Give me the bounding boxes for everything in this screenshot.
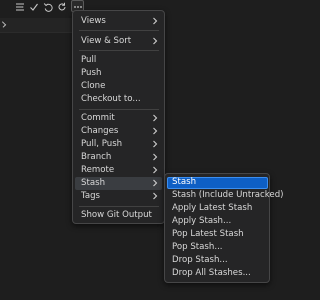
menu-separator <box>79 30 159 31</box>
menu-item-commit[interactable]: Commit <box>75 112 162 125</box>
submenu-item-apply-stash[interactable]: Apply Stash... <box>167 216 268 228</box>
menu-item-label: Commit <box>81 113 115 123</box>
menu-item-pull-push[interactable]: Pull, Push <box>75 138 162 151</box>
menu-item-checkout[interactable]: Checkout to... <box>75 93 162 106</box>
submenu-item-apply-latest-stash[interactable]: Apply Latest Stash <box>167 203 268 215</box>
menu-item-label: Pull <box>81 55 97 65</box>
menu-item-remote[interactable]: Remote <box>75 164 162 177</box>
chevron-right-icon <box>151 191 159 201</box>
menu-item-label: Clone <box>81 81 106 91</box>
menu-item-push[interactable]: Push <box>75 67 162 80</box>
menu-item-views[interactable]: Views <box>75 15 162 28</box>
menu-item-view-sort[interactable]: View & Sort <box>75 35 162 48</box>
menu-item-label: Views <box>81 16 106 26</box>
chevron-right-icon <box>151 152 159 162</box>
submenu-item-stash[interactable]: Stash <box>167 177 268 189</box>
menu-item-label: Remote <box>81 165 115 175</box>
submenu-item-label: Stash (Include Untracked) <box>172 190 284 200</box>
menu-item-label: Checkout to... <box>81 94 141 104</box>
divider <box>0 32 74 33</box>
chevron-right-icon <box>151 113 159 123</box>
submenu-item-pop-latest-stash[interactable]: Pop Latest Stash <box>167 229 268 241</box>
list-item[interactable] <box>0 18 74 32</box>
submenu-item-label: Stash <box>172 177 197 187</box>
menu-item-branch[interactable]: Branch <box>75 151 162 164</box>
refresh-icon[interactable] <box>56 1 67 12</box>
chevron-right-icon <box>151 178 159 188</box>
list-icon[interactable] <box>14 1 25 12</box>
context-menu: Views View & Sort Pull Push Clone Checko… <box>72 10 165 224</box>
submenu-item-label: Pop Stash... <box>172 242 223 252</box>
menu-separator <box>79 109 159 110</box>
submenu-item-label: Apply Latest Stash <box>172 203 253 213</box>
chevron-right-icon <box>151 165 159 175</box>
chevron-right-icon <box>151 36 159 46</box>
menu-item-label: Push <box>81 68 102 78</box>
editor-background: Views View & Sort Pull Push Clone Checko… <box>0 0 292 300</box>
check-icon[interactable] <box>28 1 39 12</box>
menu-item-show-git-output[interactable]: Show Git Output <box>75 209 162 222</box>
undo-icon[interactable] <box>42 1 53 12</box>
menu-item-pull[interactable]: Pull <box>75 54 162 67</box>
submenu-item-label: Drop Stash... <box>172 255 228 265</box>
submenu-item-label: Pop Latest Stash <box>172 229 244 239</box>
menu-item-label: Pull, Push <box>81 139 123 149</box>
submenu-item-drop-stash[interactable]: Drop Stash... <box>167 255 268 267</box>
submenu-item-stash-include-untracked[interactable]: Stash (Include Untracked) <box>167 190 284 202</box>
chevron-right-icon <box>0 21 7 28</box>
menu-item-stash[interactable]: Stash <box>75 177 162 190</box>
menu-separator <box>79 50 159 51</box>
menu-item-label: Tags <box>81 191 101 201</box>
stash-submenu: Stash Stash (Include Untracked) Apply La… <box>164 173 284 283</box>
submenu-item-label: Drop All Stashes... <box>172 268 251 278</box>
submenu-item-label: Apply Stash... <box>172 216 232 226</box>
chevron-right-icon <box>151 139 159 149</box>
menu-separator <box>79 206 159 207</box>
menu-item-tags[interactable]: Tags <box>75 190 162 203</box>
chevron-right-icon <box>151 16 159 26</box>
submenu-item-pop-stash[interactable]: Pop Stash... <box>167 242 268 254</box>
menu-item-changes[interactable]: Changes <box>75 125 162 138</box>
menu-item-label: Branch <box>81 152 112 162</box>
chevron-right-icon <box>151 126 159 136</box>
menu-item-label: Changes <box>81 126 119 136</box>
menu-item-label: Stash <box>81 178 106 188</box>
submenu-item-drop-all-stashes[interactable]: Drop All Stashes... <box>167 268 268 280</box>
menu-item-label: Show Git Output <box>81 210 152 220</box>
menu-item-clone[interactable]: Clone <box>75 80 162 93</box>
menu-item-label: View & Sort <box>81 36 132 46</box>
